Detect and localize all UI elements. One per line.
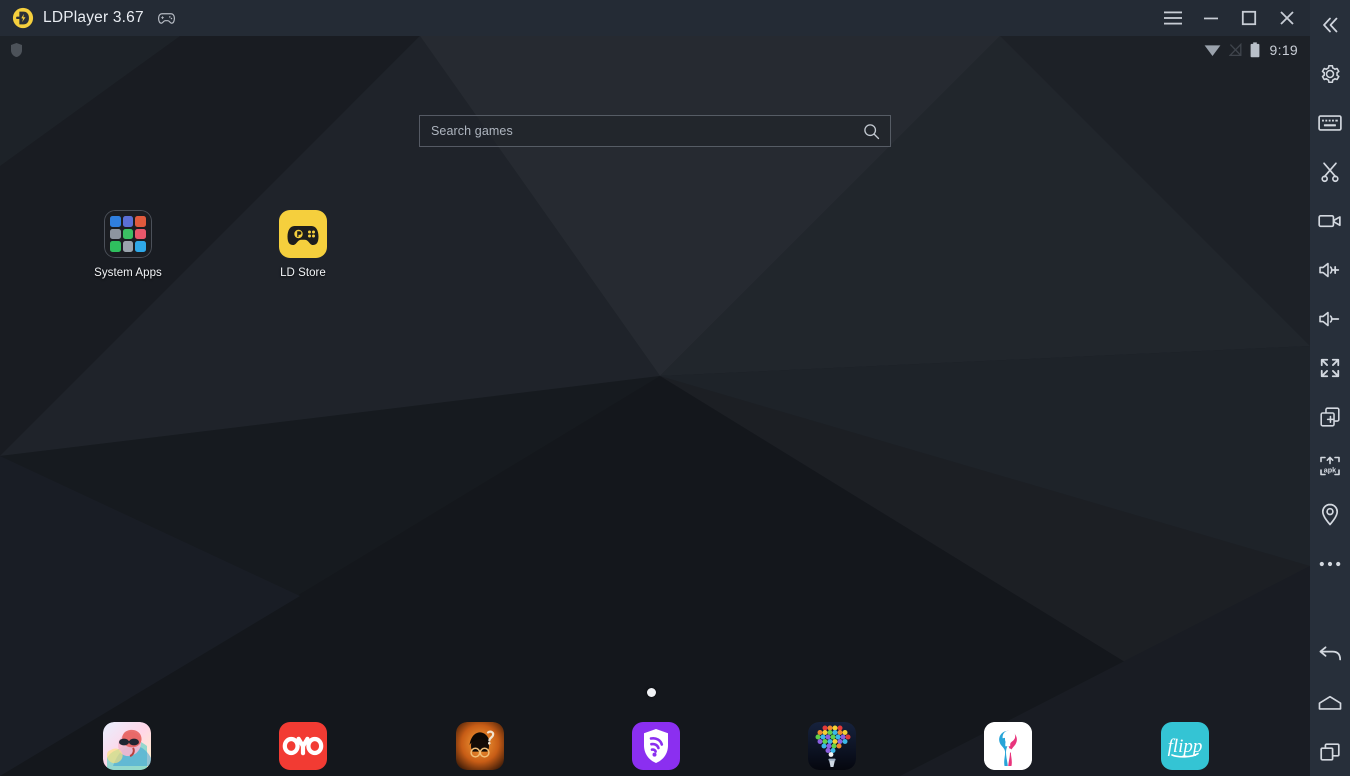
ldplayer-logo-icon — [12, 7, 34, 29]
dfndr-security-app[interactable]: DFNDR Security: Antivirus — [566, 722, 746, 776]
system-apps-folder-icon — [104, 210, 152, 258]
apk-install-icon: apk — [1320, 456, 1340, 475]
bubble-shooter-2019-app[interactable]: Bubble Shooter 2019 — [742, 722, 922, 776]
folder-mini-2 — [122, 216, 134, 227]
funny-jokes-memes-app[interactable]: Funny Jokes Memes — [37, 722, 217, 776]
right-sidebar: apk — [1310, 0, 1350, 776]
oyo-rooms-app[interactable]: OYO: Book Rooms With The — [213, 722, 393, 776]
folder-mini-9 — [135, 241, 146, 252]
ldplayer-window: LDPlayer 3.67 apk 9:19 Search games Syst… — [0, 0, 1350, 776]
ellipsis-icon — [1319, 561, 1341, 566]
android-screen: 9:19 Search games System Apps LD Store f… — [0, 36, 1310, 776]
flipp-deals-icon: flipp — [1161, 722, 1209, 770]
minimize-icon — [1204, 17, 1218, 20]
android-status-bar: 9:19 — [0, 36, 1310, 64]
sidebar-volume-down[interactable] — [1310, 294, 1350, 343]
relationship-test-app[interactable]: Relationship Test — [390, 722, 570, 776]
maximize-icon — [1241, 10, 1257, 26]
sidebar-recents[interactable] — [1310, 727, 1350, 776]
chevron-double-left-icon — [1323, 17, 1338, 32]
app-dock: Funny Jokes Memes OYO: Book Rooms With T… — [0, 722, 1310, 776]
sidebar-settings[interactable] — [1310, 49, 1350, 98]
folder-mini-3 — [135, 216, 146, 227]
ld-store-label: LD Store — [280, 267, 326, 279]
best-test-glyph — [984, 722, 1032, 770]
best-test-app[interactable]: Best Test — [918, 722, 1098, 776]
sidebar-back[interactable] — [1310, 629, 1350, 678]
title-bar: LDPlayer 3.67 — [0, 0, 1310, 36]
gear-icon — [1321, 64, 1340, 83]
wifi-icon — [1204, 45, 1220, 56]
bubble-shooter-art — [808, 722, 856, 770]
ld-store-app[interactable]: LD Store — [243, 210, 363, 279]
home-icon — [1318, 695, 1342, 710]
oyo-logo-glyph — [282, 736, 324, 756]
scissors-icon — [1321, 161, 1339, 182]
close-icon — [1280, 11, 1294, 25]
status-left-icons — [10, 42, 23, 58]
search-icon-wrap[interactable] — [863, 123, 880, 140]
sidebar-location[interactable] — [1310, 490, 1350, 539]
sidebar-multi-instance[interactable] — [1310, 392, 1350, 441]
volume-down-icon — [1319, 311, 1340, 326]
sidebar-home[interactable] — [1310, 678, 1350, 727]
menu-button[interactable] — [1154, 0, 1192, 36]
maximize-button[interactable] — [1230, 0, 1268, 36]
folder-grid — [104, 210, 152, 258]
volume-up-icon — [1319, 262, 1340, 277]
search-input-placeholder[interactable]: Search games — [431, 124, 513, 138]
add-window-icon — [1320, 406, 1340, 427]
best-test-icon — [984, 722, 1032, 770]
sidebar-keyboard[interactable] — [1310, 98, 1350, 147]
battery-full-icon — [1250, 42, 1259, 58]
folder-mini-5 — [122, 228, 134, 240]
dfndr-security-icon — [632, 722, 680, 770]
status-clock: 9:19 — [1269, 42, 1298, 58]
sidebar-screenshot[interactable] — [1310, 147, 1350, 196]
window-title: LDPlayer 3.67 — [43, 9, 144, 26]
sidebar-fullscreen[interactable] — [1310, 343, 1350, 392]
hamburger-menu-icon — [1164, 11, 1182, 25]
video-camera-icon — [1318, 214, 1341, 227]
vpn-shield-icon — [11, 43, 22, 57]
folder-mini-4 — [110, 228, 121, 240]
minimize-button[interactable] — [1192, 0, 1230, 36]
sidebar-install-apk[interactable]: apk — [1310, 441, 1350, 490]
folder-mini-7 — [110, 241, 121, 252]
bubble-shooter-2019-icon — [808, 722, 856, 770]
system-apps-folder[interactable]: System Apps — [68, 210, 188, 279]
search-icon — [864, 123, 880, 139]
sidebar-volume-up[interactable] — [1310, 245, 1350, 294]
page-indicator-dot[interactable] — [647, 688, 656, 697]
folder-mini-8 — [122, 241, 134, 252]
collapse-sidebar-button[interactable] — [1310, 0, 1350, 49]
keyboard-icon — [1318, 114, 1342, 131]
close-button[interactable] — [1268, 0, 1306, 36]
sidebar-record[interactable] — [1310, 196, 1350, 245]
home-icon-grid: System Apps LD Store — [0, 36, 1310, 776]
oyo-rooms-icon — [279, 722, 327, 770]
svg-text:apk: apk — [1324, 465, 1336, 474]
flipp-deals-app[interactable]: flipp Flipp - Deals and Coupons — [1095, 722, 1275, 776]
ld-store-icon — [279, 210, 327, 258]
funny-jokes-memes-icon — [103, 722, 151, 770]
folder-mini-1 — [110, 216, 121, 227]
folder-mini-6 — [135, 228, 146, 240]
relationship-test-icon — [456, 722, 504, 770]
status-right-icons: 9:19 — [1204, 42, 1298, 58]
dfndr-shield-glyph — [644, 729, 668, 763]
sidebar-more[interactable] — [1310, 539, 1350, 588]
gamepad-icon[interactable] — [157, 9, 176, 28]
no-signal-icon — [1228, 43, 1241, 57]
back-arrow-icon — [1319, 645, 1342, 660]
fullscreen-icon — [1320, 358, 1340, 377]
relationship-test-art — [456, 722, 504, 770]
location-pin-icon — [1321, 503, 1339, 526]
recent-apps-icon — [1320, 742, 1340, 761]
funny-jokes-art — [103, 722, 151, 770]
ld-store-gamepad-glyph — [287, 226, 319, 245]
flipp-logo-glyph: flipp — [1168, 736, 1202, 758]
system-apps-folder-label: System Apps — [94, 267, 162, 279]
search-games-bar[interactable]: Search games — [419, 115, 891, 147]
